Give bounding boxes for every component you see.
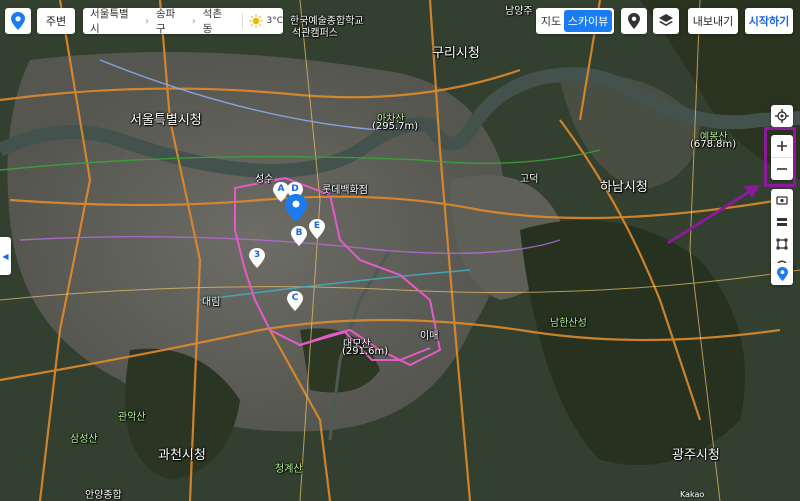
map-marker-c[interactable]: C: [287, 291, 303, 311]
marker-label: E: [313, 221, 321, 231]
distance-button[interactable]: [771, 211, 793, 233]
place-pin-button[interactable]: [621, 8, 647, 34]
layers-button[interactable]: [653, 8, 679, 34]
breadcrumb-city[interactable]: 서울특별시: [83, 6, 145, 36]
map-label: 서울특별시청: [130, 113, 202, 128]
map-marker-b[interactable]: B: [291, 226, 307, 246]
roadview-button[interactable]: [771, 189, 793, 211]
map-pin-logo-icon: [11, 12, 25, 30]
map-label: 구리시청: [432, 46, 480, 61]
place-pin-icon: [776, 267, 788, 281]
marker-label: D: [291, 184, 299, 194]
divider: [242, 13, 244, 29]
map-label: (291.6m): [342, 346, 389, 357]
breadcrumb-district[interactable]: 송파구: [149, 6, 192, 36]
map-label: (678.8m): [690, 139, 737, 150]
map-imagery: [0, 0, 800, 501]
place-pin-icon: [628, 13, 640, 29]
map-attribution: Kakao: [680, 490, 705, 499]
location-pin-icon: [285, 194, 307, 222]
map-label: 광주시청: [672, 448, 720, 463]
satellite-map[interactable]: 서울특별시청 구리시청 하남시청 과천시청 광주시청 아차산 (295.7m) …: [0, 0, 800, 501]
sidebar-toggle-button[interactable]: ◀: [0, 237, 11, 275]
locate-control: [771, 105, 793, 127]
sun-icon: [249, 14, 263, 28]
map-label: 남양주: [505, 6, 533, 17]
chevron-left-icon: ◀: [2, 251, 9, 261]
map-label: 대림: [202, 297, 221, 308]
zoom-highlight-box: [764, 127, 796, 187]
temperature: 3°C: [266, 16, 283, 26]
map-marker-e[interactable]: E: [309, 219, 325, 239]
map-label: 남한산성: [550, 318, 587, 329]
start-button[interactable]: 시작하기: [745, 8, 793, 34]
map-label: 청계산: [275, 464, 303, 475]
crosshair-icon: [775, 109, 789, 123]
location-breadcrumb: 서울특별시 › 송파구 › 석촌동 3°C: [83, 6, 283, 36]
marker-label: 3: [253, 250, 261, 260]
marker-label: B: [295, 228, 303, 238]
map-label: 성수: [255, 174, 274, 185]
map-type-skyview[interactable]: 스카이뷰: [564, 10, 612, 32]
map-label: 롯데백화점: [322, 185, 368, 196]
area-icon: [776, 238, 788, 250]
weather-widget[interactable]: 3°C: [247, 14, 283, 28]
map-marker-3[interactable]: 3: [249, 248, 265, 268]
map-type-map[interactable]: 지도: [538, 13, 564, 29]
map-label: 과천시청: [158, 448, 206, 463]
map-label: 안양종합: [85, 490, 122, 501]
roadview-icon: [776, 196, 788, 205]
map-label: 이매: [420, 331, 439, 342]
locate-button[interactable]: [771, 105, 793, 127]
map-label: 관악산: [118, 412, 146, 423]
area-button[interactable]: [771, 233, 793, 255]
selected-location-pin[interactable]: [285, 194, 307, 222]
marker-label: C: [291, 293, 299, 303]
my-place-button[interactable]: [771, 263, 793, 285]
map-label: 하남시청: [600, 180, 648, 195]
layers-icon: [659, 14, 673, 26]
map-label: 삼성산: [70, 434, 98, 445]
logo-button[interactable]: [5, 8, 31, 34]
distance-icon: [777, 218, 787, 226]
map-label: 석관캠퍼스: [292, 28, 338, 39]
map-label: 고덕: [520, 174, 539, 185]
breadcrumb-dong[interactable]: 석촌동: [196, 6, 239, 36]
map-label: (295.7m): [372, 121, 419, 132]
map-type-toggle: 지도 스카이뷰: [536, 8, 614, 34]
export-button[interactable]: 내보내기: [688, 8, 738, 34]
nearby-button[interactable]: 주변: [37, 8, 75, 34]
